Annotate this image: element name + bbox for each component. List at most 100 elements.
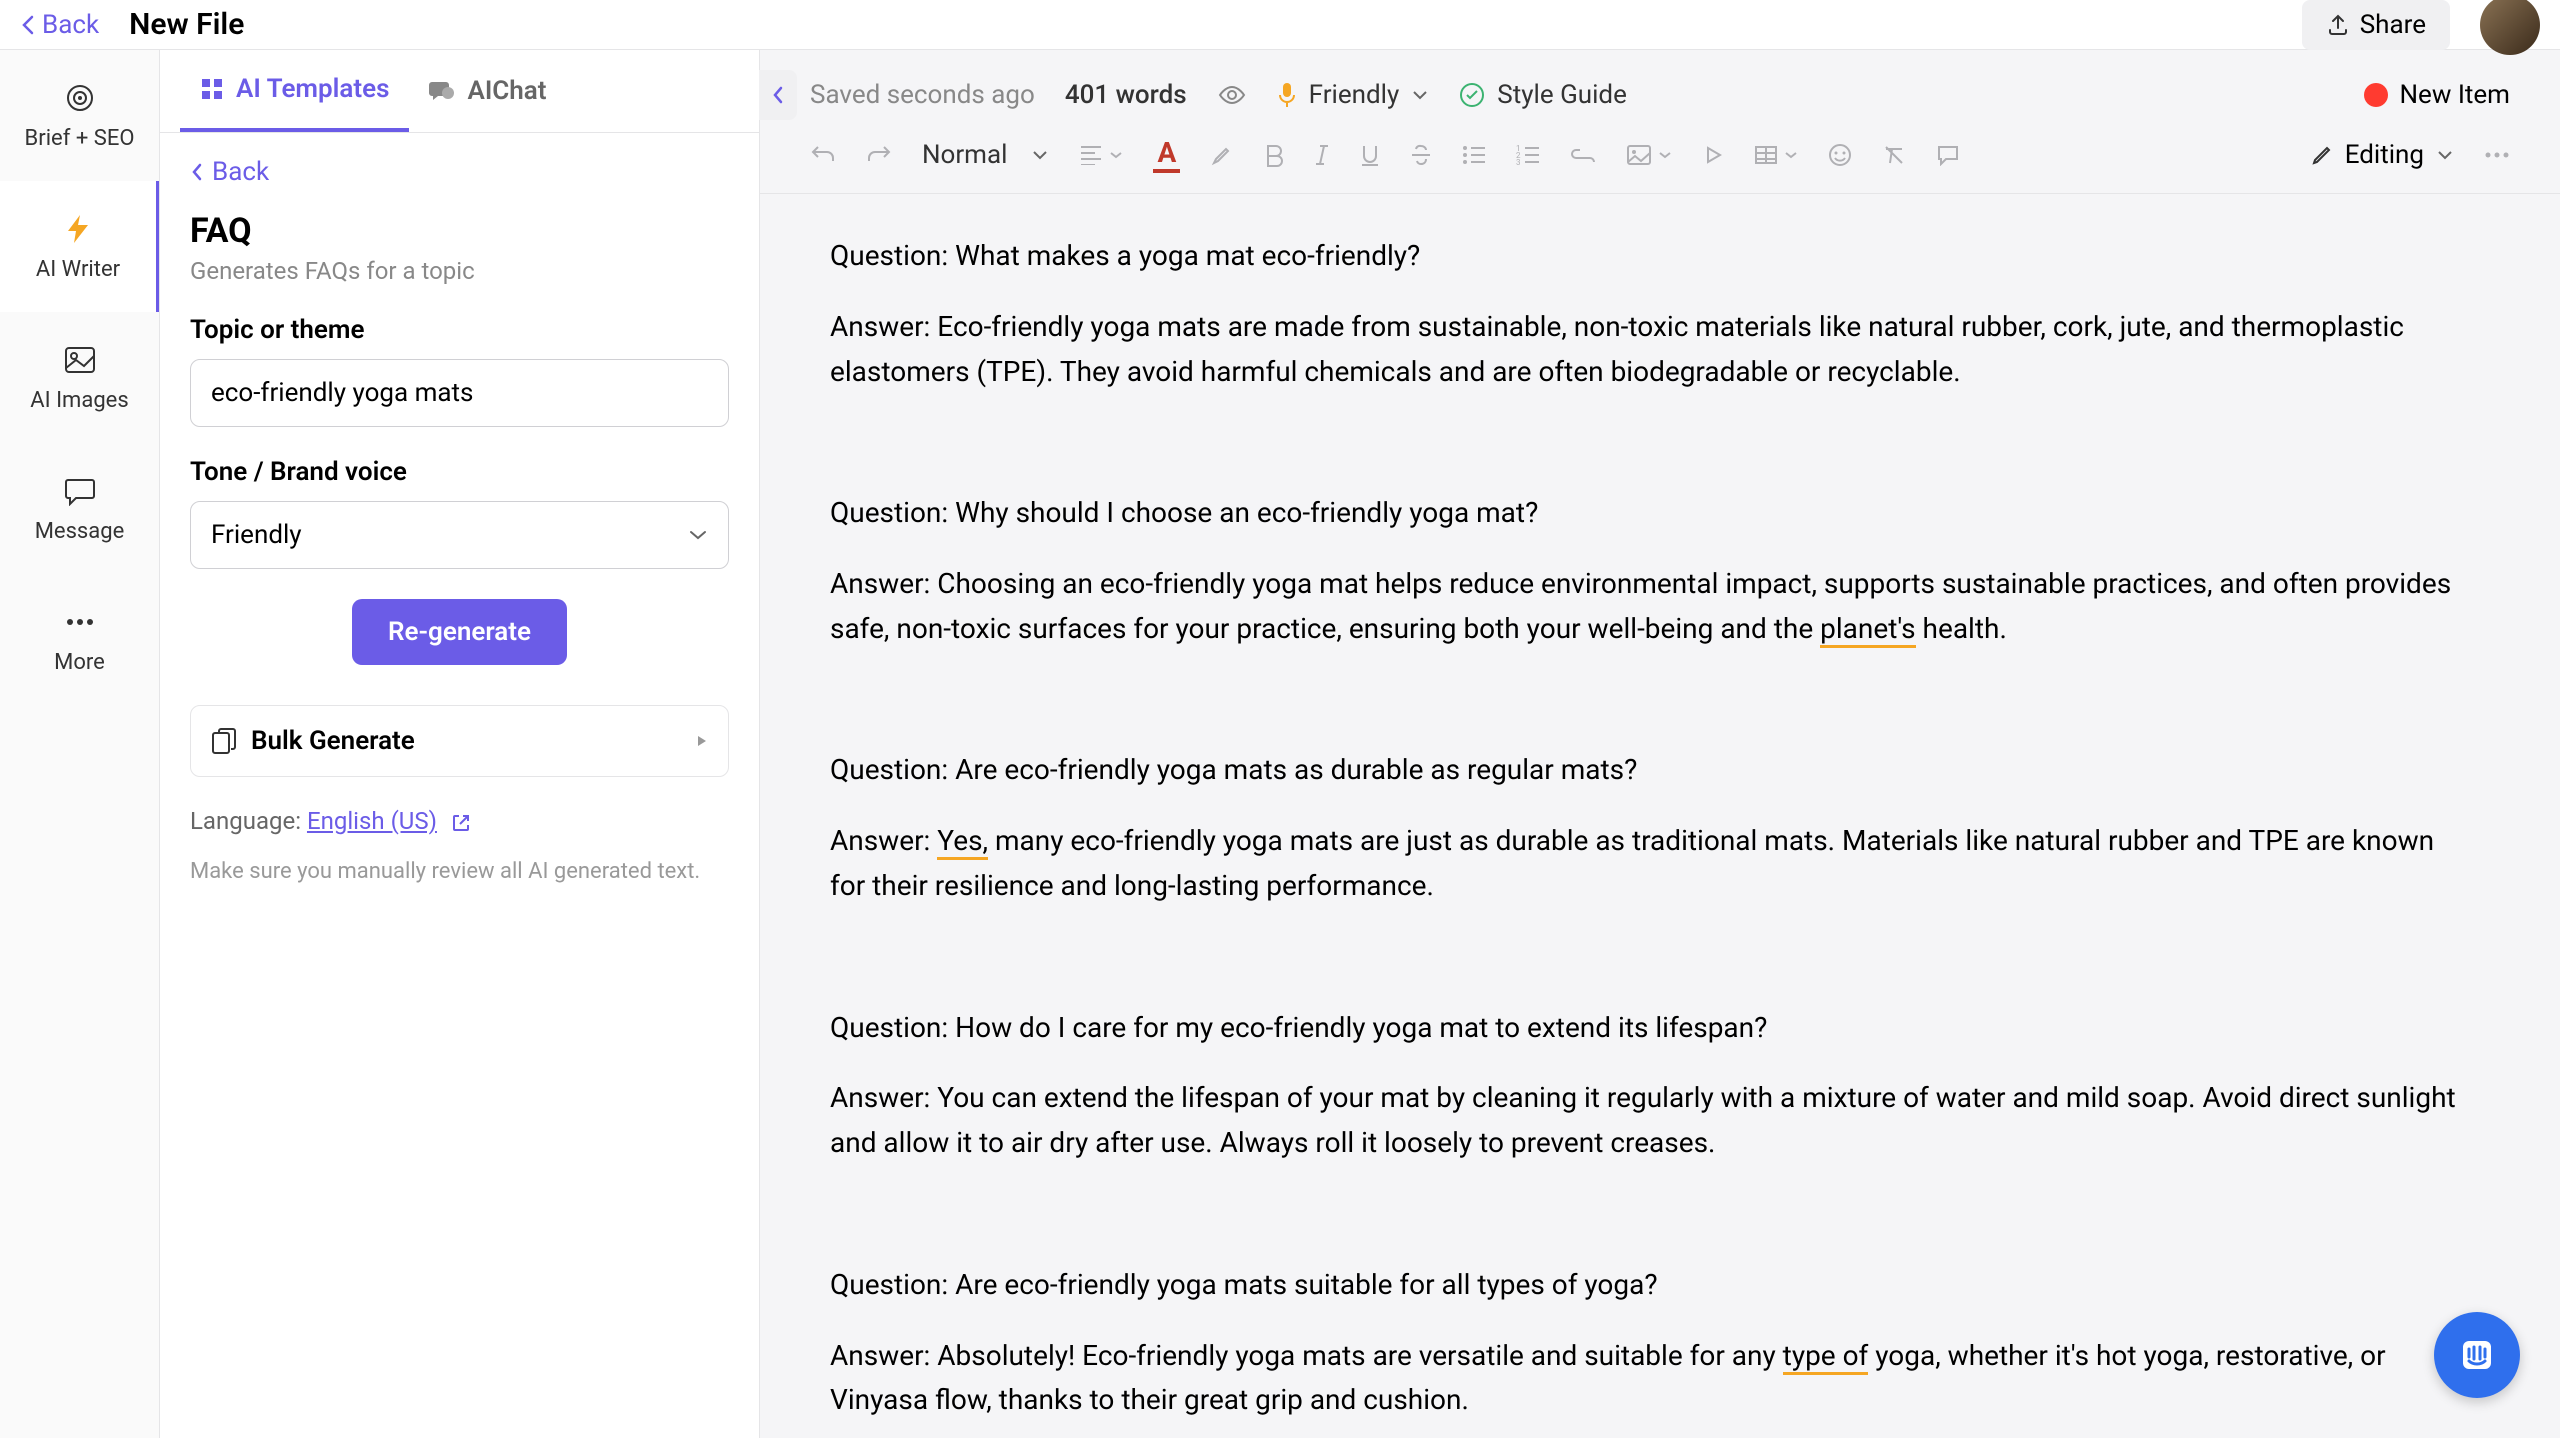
rail-more-label: More [54,650,105,675]
tone-display[interactable]: Friendly [1277,80,1430,110]
bolt-icon [64,213,92,245]
tab-ai-templates[interactable]: AI Templates [180,50,409,132]
highlighter-icon [1210,143,1234,167]
image-insert-button[interactable] [1626,144,1672,166]
faq-question: Question: Are eco-friendly yoga mats sui… [830,1263,2470,1308]
undo-button[interactable] [810,143,836,167]
strikethrough-button[interactable] [1410,143,1432,167]
help-chat-fab[interactable] [2434,1312,2520,1398]
dots-horizontal-icon [64,618,96,626]
chevron-down-icon [1411,90,1429,100]
chevron-down-icon [1658,151,1672,159]
panel-back-label: Back [212,157,269,187]
chevron-down-icon [1109,151,1123,159]
tab-templates-label: AI Templates [236,74,389,104]
rail-message[interactable]: Message [0,443,159,574]
comment-icon [1936,144,1960,166]
numbered-list-button[interactable]: 123 [1516,145,1540,165]
rail-brief-label: Brief + SEO [25,126,135,151]
tone-select[interactable]: Friendly [190,501,729,569]
image-icon [1626,144,1652,166]
panel-back-link[interactable]: Back [190,157,729,187]
faq-answer: Answer: Absolutely! Eco-friendly yoga ma… [830,1334,2470,1424]
eye-icon [1217,84,1247,106]
bullet-list-button[interactable] [1462,145,1486,165]
faq-answer: Answer: You can extend the lifespan of y… [830,1076,2470,1166]
bulk-generate-button[interactable]: Bulk Generate [190,705,729,777]
chevron-down-icon [688,529,708,541]
speech-bubble-icon [64,476,96,506]
bold-button[interactable] [1264,143,1284,167]
regenerate-button[interactable]: Re-generate [352,599,567,665]
avatar[interactable] [2480,0,2540,55]
emoji-button[interactable] [1828,143,1852,167]
grammar-highlight: Yes, [937,824,988,860]
style-guide-label: Style Guide [1497,80,1627,110]
faq-question: Question: Why should I choose an eco-fri… [830,491,2470,536]
file-title: New File [129,7,244,42]
faq-answer: Answer: Eco-friendly yoga mats are made … [830,305,2470,395]
faq-question: Question: What makes a yoga mat eco-frie… [830,234,2470,279]
rail-writer-label: AI Writer [36,257,120,282]
rail-more[interactable]: More [0,574,159,705]
chevron-down-icon [1784,151,1798,159]
upload-icon [2326,13,2350,37]
document-body[interactable]: Question: What makes a yoga mat eco-frie… [760,194,2560,1438]
comment-button[interactable] [1936,144,1960,166]
table-button[interactable] [1754,145,1798,165]
italic-icon [1314,143,1330,167]
target-icon [64,82,96,114]
faq-answer: Answer: Choosing an eco-friendly yoga ma… [830,562,2470,652]
language-link[interactable]: English (US) [307,807,437,835]
block-type-label: Normal [922,140,1007,170]
underline-button[interactable] [1360,143,1380,167]
rail-brief-seo[interactable]: Brief + SEO [0,50,159,181]
tone-display-label: Friendly [1309,80,1400,110]
chevron-down-icon [2436,150,2454,160]
new-item-label: New Item [2400,80,2511,110]
tone-value: Friendly [211,520,302,550]
topic-input[interactable] [190,359,729,427]
intercom-icon [2457,1335,2497,1375]
copy-icon [211,727,237,755]
rail-ai-writer[interactable]: AI Writer [0,181,159,312]
saved-status: Saved seconds ago [810,80,1035,110]
new-item-indicator[interactable]: New Item [2364,80,2511,110]
clear-format-button[interactable] [1882,143,1906,167]
top-back-label: Back [42,10,99,40]
check-circle-icon [1459,82,1485,108]
mode-select[interactable]: Editing [2311,140,2454,170]
align-left-icon [1079,145,1103,165]
rail-message-label: Message [35,519,125,544]
redo-button[interactable] [866,143,892,167]
block-type-select[interactable]: Normal [922,140,1049,170]
triangle-right-icon [696,734,708,748]
align-button[interactable] [1079,145,1123,165]
word-count: 401 words [1065,80,1187,110]
bullet-list-icon [1462,145,1486,165]
highlight-button[interactable] [1210,143,1234,167]
underline-icon [1360,143,1380,167]
collapse-panel-button[interactable] [759,70,797,120]
tab-aichat[interactable]: AIChat [409,50,566,132]
visibility-toggle[interactable] [1217,84,1247,106]
grid-icon [200,77,224,101]
share-button[interactable]: Share [2302,0,2450,50]
link-button[interactable] [1570,148,1596,162]
dots-horizontal-icon [2484,152,2510,158]
redo-icon [866,143,892,167]
rail-ai-images[interactable]: AI Images [0,312,159,443]
top-back-link[interactable]: Back [20,10,99,40]
topic-label: Topic or theme [190,315,729,345]
smile-icon [1828,143,1852,167]
video-button[interactable] [1702,144,1724,166]
italic-button[interactable] [1314,143,1330,167]
text-color-button[interactable]: A [1153,136,1180,173]
table-icon [1754,145,1778,165]
strikethrough-icon [1410,143,1432,167]
style-guide-button[interactable]: Style Guide [1459,80,1627,110]
disclaimer-text: Make sure you manually review all AI gen… [190,855,729,888]
faq-question: Question: Are eco-friendly yoga mats as … [830,748,2470,793]
rail-images-label: AI Images [30,388,128,413]
more-options-button[interactable] [2484,152,2510,158]
